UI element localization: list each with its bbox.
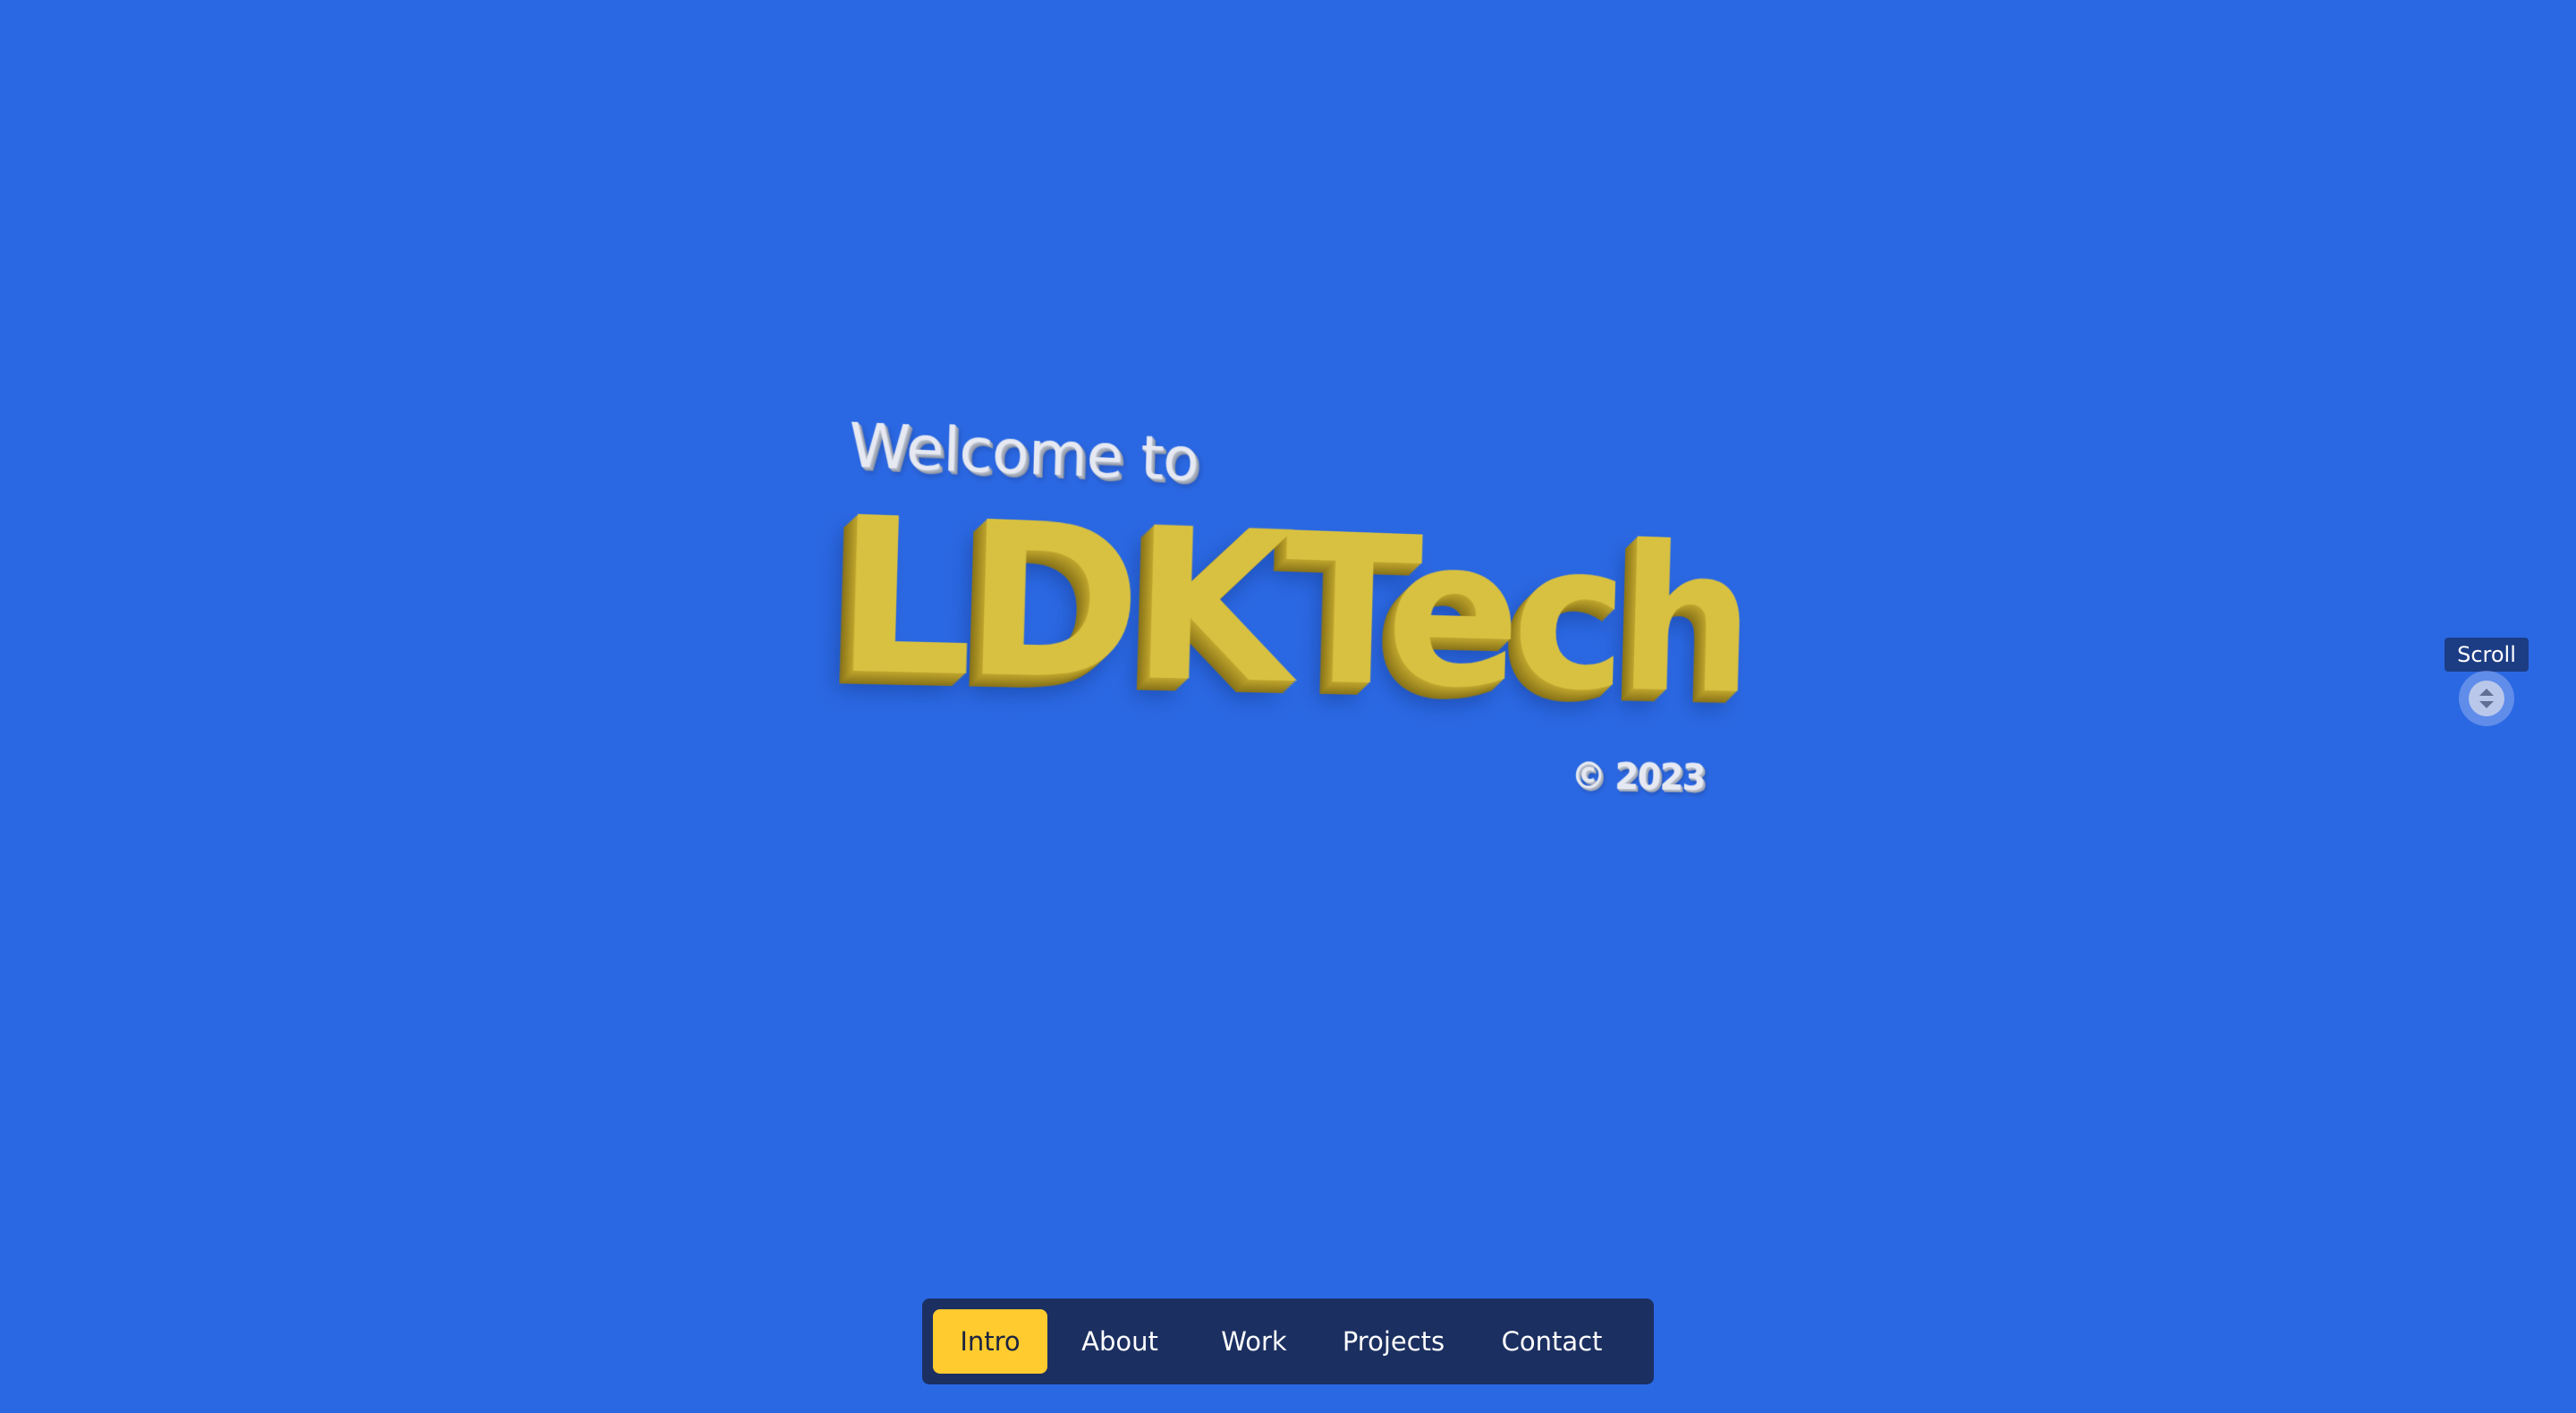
hero-3d-text: Welcome to LDKTech © 2023	[829, 400, 1749, 818]
nav-item-about[interactable]: About	[1047, 1309, 1192, 1374]
scroll-tooltip: Scroll	[2445, 638, 2529, 672]
up-down-chevron-icon	[2479, 689, 2494, 708]
scroll-button-inner	[2469, 681, 2504, 716]
page: Welcome to LDKTech © 2023 Scroll Intro A…	[0, 0, 2576, 1413]
bottom-nav: Intro About Work Projects Contact	[922, 1299, 1654, 1384]
nav-item-intro[interactable]: Intro	[933, 1309, 1047, 1374]
nav-item-contact[interactable]: Contact	[1471, 1309, 1632, 1374]
copyright-text: © 2023	[1570, 754, 1706, 799]
brand-title: LDKTech	[831, 470, 1750, 739]
nav-item-projects[interactable]: Projects	[1316, 1309, 1471, 1374]
scroll-button[interactable]	[2459, 671, 2514, 726]
nav-item-work[interactable]: Work	[1192, 1309, 1316, 1374]
